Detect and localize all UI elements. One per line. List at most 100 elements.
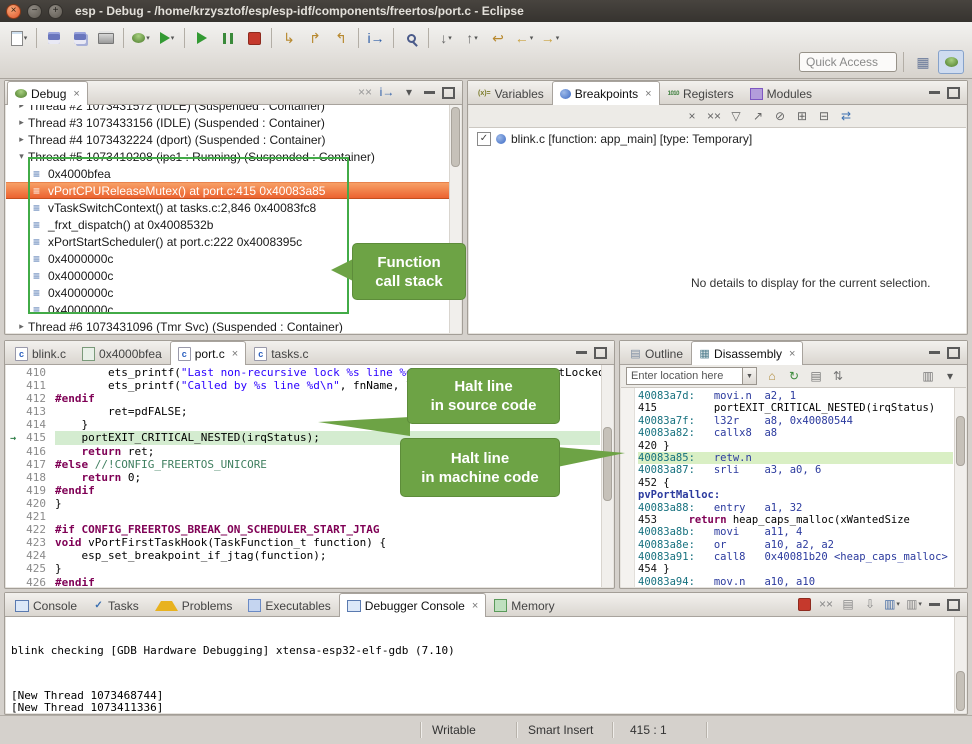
suspend-icon[interactable] — [215, 26, 241, 50]
remove-all-terminated-icon[interactable]: ×× — [354, 82, 376, 102]
breakpoints-tab-breakpoints[interactable]: Breakpoints× — [552, 81, 660, 105]
next-annotation-icon[interactable]: ↓▾ — [433, 26, 459, 50]
line-number[interactable]: 418 — [20, 471, 55, 484]
disasm-instruction-row[interactable]: 40083a8b: movi a11, 4 — [638, 526, 953, 538]
previous-annotation-icon[interactable]: ↑▾ — [459, 26, 485, 50]
disasm-label-row[interactable]: pvPortMalloc: — [638, 489, 953, 501]
debug-frame-row[interactable]: ≡vTaskSwitchContext() at tasks.c:2,846 0… — [6, 199, 449, 216]
display-console-icon[interactable]: ▥▾ — [881, 594, 903, 614]
cpp-perspective-icon[interactable]: ▦ — [910, 50, 936, 74]
editor-tab-port-c[interactable]: cport.c× — [170, 341, 246, 365]
view-menu-icon[interactable]: ▾ — [398, 82, 420, 102]
annotation-ruler[interactable]: → — [6, 431, 20, 444]
vertical-scrollbar[interactable] — [954, 388, 966, 587]
window-maximize-button[interactable]: + — [48, 4, 63, 19]
link-with-debug-icon[interactable]: ⇄ — [835, 106, 857, 126]
remove-breakpoint-icon[interactable]: × — [681, 106, 703, 126]
go-to-file-icon[interactable]: ↗ — [747, 106, 769, 126]
minimize-icon[interactable] — [424, 91, 435, 94]
maximize-icon[interactable] — [947, 87, 960, 99]
code-line[interactable]: 421 — [6, 510, 600, 523]
last-edit-location-icon[interactable]: ↩ — [485, 26, 511, 50]
back-icon[interactable]: ←▾ — [511, 26, 537, 50]
debug-perspective-icon[interactable] — [938, 50, 964, 74]
disasm-source-row[interactable]: 415 portEXIT_CRITICAL_NESTED(irqStatus) — [638, 402, 953, 414]
console-tab-executables[interactable]: Executables — [240, 594, 338, 616]
debug-frame-row[interactable]: ≡0x4000bfea — [6, 165, 449, 182]
console-tab-console[interactable]: Console — [7, 594, 85, 616]
step-into-icon[interactable]: ↳ — [276, 26, 302, 50]
annotation-ruler[interactable] — [6, 536, 20, 549]
debug-frame-row[interactable]: ≡_frxt_dispatch() at 0x4008532b — [6, 216, 449, 233]
minimize-icon[interactable] — [929, 91, 940, 94]
clear-console-icon[interactable]: ▤ — [837, 594, 859, 614]
line-number[interactable]: 416 — [20, 445, 55, 458]
line-number[interactable]: 415 — [20, 431, 55, 444]
disasm-instruction-row[interactable]: 40083a8e: or a10, a2, a2 — [638, 539, 953, 551]
close-tab-icon[interactable]: × — [232, 348, 238, 360]
annotation-ruler[interactable] — [6, 445, 20, 458]
disasm-source-row[interactable]: 454 } — [638, 563, 953, 575]
line-number[interactable]: 414 — [20, 418, 55, 431]
tree-collapsed-icon[interactable]: ▸ — [15, 105, 28, 111]
debug-thread-row[interactable]: ▸Thread #4 1073432224 (dport) (Suspended… — [6, 131, 449, 148]
tree-collapsed-icon[interactable]: ▸ — [15, 117, 28, 128]
breakpoint-checkbox[interactable]: ✓ — [477, 132, 491, 146]
console-tab-tasks[interactable]: ✓Tasks — [85, 594, 147, 616]
console-content[interactable]: blink checking [GDB Hardware Debugging] … — [6, 617, 966, 713]
annotation-ruler[interactable] — [6, 549, 20, 562]
resume-icon[interactable] — [189, 26, 215, 50]
editor-tab-0x4000bfea[interactable]: 0x4000bfea — [74, 342, 170, 364]
save-icon[interactable] — [41, 26, 67, 50]
console-tab-memory[interactable]: Memory — [486, 594, 562, 616]
line-number[interactable]: 417 — [20, 458, 55, 471]
disasm-instruction-row[interactable]: 40083a91: call8 0x40081b20 <heap_caps_ma… — [638, 551, 953, 563]
close-tab-icon[interactable]: × — [789, 348, 795, 360]
annotation-ruler[interactable] — [6, 510, 20, 523]
tree-collapsed-icon[interactable]: ▸ — [15, 321, 28, 332]
breakpoints-tab-registers[interactable]: 1010Registers — [660, 82, 742, 104]
line-number[interactable]: 413 — [20, 405, 55, 418]
annotation-ruler[interactable] — [6, 418, 20, 431]
view-menu-icon[interactable]: ▾ — [939, 366, 961, 386]
debug-thread-row[interactable]: ▸Thread #2 1073431572 (IDLE) (Suspended … — [6, 105, 449, 114]
window-close-button[interactable]: × — [6, 4, 21, 19]
breakpoints-tab-modules[interactable]: Modules — [742, 82, 820, 104]
disasm-instruction-row[interactable]: 40083a88: entry a1, 32 — [638, 502, 953, 514]
line-number[interactable]: 426 — [20, 576, 55, 588]
maximize-icon[interactable] — [947, 599, 960, 611]
annotation-ruler[interactable] — [6, 366, 20, 379]
disassembly-tab-disassembly[interactable]: ▦Disassembly× — [691, 341, 803, 365]
close-tab-icon[interactable]: × — [645, 88, 651, 100]
tree-collapsed-icon[interactable]: ▸ — [15, 134, 28, 145]
run-icon[interactable]: ▾ — [154, 26, 180, 50]
disasm-instruction-row[interactable]: 40083a82: callx8 a8 — [638, 427, 953, 439]
print-icon[interactable] — [93, 26, 119, 50]
line-number[interactable]: 412 — [20, 392, 55, 405]
debug-icon[interactable]: ▾ — [128, 26, 154, 50]
disasm-instruction-row[interactable]: 40083a85: retw.n — [638, 452, 953, 464]
sync-context-icon[interactable]: ⇅ — [827, 366, 849, 386]
disasm-instruction-row[interactable]: 40083a94: mov.n a10, a10 — [638, 576, 953, 587]
instruction-stepping-icon[interactable]: i→ — [363, 26, 389, 50]
save-all-icon[interactable] — [67, 26, 93, 50]
location-dropdown-icon[interactable]: ▼ — [742, 367, 757, 385]
home-icon[interactable]: ⌂ — [761, 366, 783, 386]
open-console-icon[interactable]: ▥▾ — [903, 594, 925, 614]
annotation-ruler[interactable] — [6, 405, 20, 418]
search-icon[interactable] — [398, 26, 424, 50]
annotation-ruler[interactable] — [6, 484, 20, 497]
line-number[interactable]: 424 — [20, 549, 55, 562]
quick-access-box[interactable]: Quick Access — [799, 52, 897, 72]
line-number[interactable]: 411 — [20, 379, 55, 392]
code-line[interactable]: 423void vPortFirstTaskHook(TaskFunction_… — [6, 536, 600, 549]
new-wizard-icon[interactable]: ▾ — [6, 26, 32, 50]
annotation-ruler[interactable] — [6, 562, 20, 575]
breakpoint-item[interactable]: ✓blink.c [function: app_main] [type: Tem… — [469, 130, 966, 148]
collapse-all-icon[interactable]: ⊟ — [813, 106, 835, 126]
show-source-icon[interactable]: ▤ — [805, 366, 827, 386]
disasm-instruction-row[interactable]: 40083a7d: movi.n a2, 1 — [638, 390, 953, 402]
editor-tab-tasks-c[interactable]: ctasks.c — [246, 342, 316, 364]
vertical-scrollbar[interactable] — [601, 365, 613, 587]
console-tab-debugger-console[interactable]: Debugger Console× — [339, 593, 487, 617]
